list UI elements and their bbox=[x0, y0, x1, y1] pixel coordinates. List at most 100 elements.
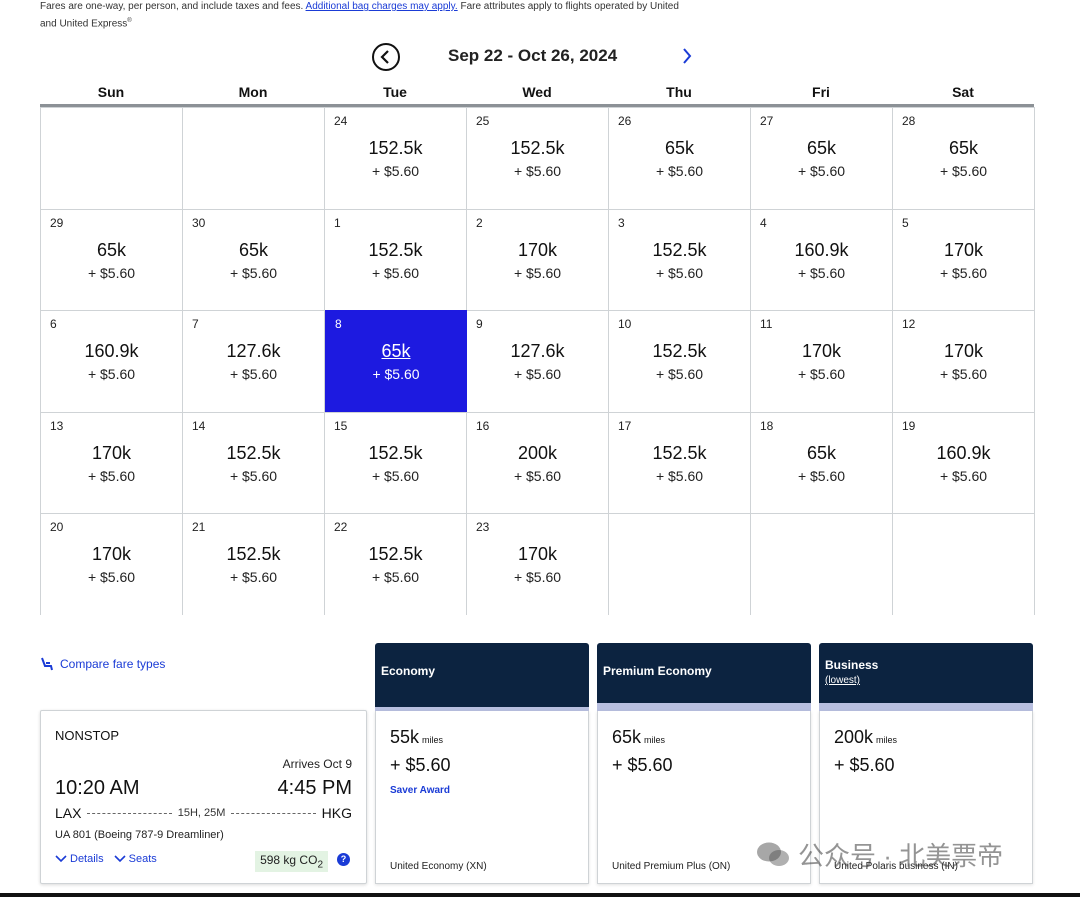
fare-fee: + $5.60 bbox=[390, 755, 451, 775]
calendar-day-cell[interactable]: 15 152.5k + $5.60 bbox=[325, 411, 467, 514]
fare-body: 55k miles + $5.60 Saver Award United Econ… bbox=[375, 711, 589, 884]
day-number: 9 bbox=[476, 317, 483, 332]
compare-fare-types-link[interactable]: Compare fare types bbox=[40, 657, 165, 671]
calendar-day-cell[interactable]: 29 65k + $5.60 bbox=[41, 208, 183, 311]
day-number: 27 bbox=[760, 114, 774, 128]
miles-value: 65k bbox=[612, 727, 642, 747]
co2-value: 598 kg CO bbox=[260, 853, 318, 867]
route-dash-left bbox=[87, 812, 172, 814]
tax-fee: + $5.60 bbox=[87, 569, 136, 586]
fare-subtitle[interactable]: (lowest) bbox=[825, 675, 860, 686]
calendar-day-cell[interactable]: 9 127.6k + $5.60 bbox=[467, 310, 609, 412]
departure-time: 10:20 AM bbox=[55, 777, 140, 799]
calendar-day-cell[interactable]: 14 152.5k + $5.60 bbox=[183, 411, 325, 514]
fare-notice: Fares are one-way, per person, and inclu… bbox=[40, 0, 680, 31]
seat-icon bbox=[41, 657, 53, 671]
tax-fee: + $5.60 bbox=[655, 467, 704, 484]
calendar-day-cell[interactable]: 26 65k + $5.60 bbox=[609, 107, 751, 209]
details-label: Details bbox=[70, 853, 104, 865]
miles-price: 170k bbox=[801, 341, 842, 362]
miles-unit: miles bbox=[876, 735, 898, 745]
tax-fee: + $5.60 bbox=[229, 467, 278, 484]
flight-card[interactable]: NONSTOP Arrives Oct 9 10:20 AM 4:45 PM L… bbox=[40, 710, 367, 884]
fare-title: Premium Economy bbox=[603, 664, 712, 678]
calendar-day-cell[interactable]: 3 152.5k + $5.60 bbox=[609, 208, 751, 311]
calendar-day-cell[interactable]: 21 152.5k + $5.60 bbox=[183, 513, 325, 615]
fare-bar bbox=[819, 703, 1033, 711]
fare-miles: 65k miles bbox=[612, 727, 665, 748]
fare-economy[interactable]: Economy 55k miles + $5.60 Saver Award Uni… bbox=[375, 643, 589, 884]
calendar-day-cell[interactable]: 30 65k + $5.60 bbox=[183, 208, 325, 311]
chevron-right-icon bbox=[683, 48, 692, 64]
calendar-day-cell[interactable]: 11 170k + $5.60 bbox=[751, 310, 893, 412]
calendar-day-cell[interactable]: 17 152.5k + $5.60 bbox=[609, 411, 751, 514]
saver-award-label: Saver Award bbox=[390, 785, 451, 796]
calendar-day-cell[interactable]: 16 200k + $5.60 bbox=[467, 411, 609, 514]
miles-value: 55k bbox=[390, 727, 420, 747]
dow-wed: Wed bbox=[522, 84, 552, 100]
calendar-day-cell[interactable]: 24 152.5k + $5.60 bbox=[325, 107, 467, 209]
calendar-day-cell[interactable]: 28 65k + $5.60 bbox=[893, 107, 1035, 209]
fare-miles: 200k miles bbox=[834, 727, 897, 748]
chevron-down-icon bbox=[114, 855, 126, 863]
day-number: 13 bbox=[50, 418, 64, 433]
miles-price: 65k bbox=[948, 138, 979, 158]
watermark: 公众号 · 北美票帝 bbox=[756, 836, 1003, 873]
calendar-day-cell[interactable]: 4 160.9k + $5.60 bbox=[751, 208, 893, 311]
seats-link[interactable]: Seats bbox=[114, 853, 157, 865]
fare-title: Business bbox=[825, 658, 879, 672]
tax-fee: + $5.60 bbox=[797, 366, 846, 383]
miles-value: 200k bbox=[834, 727, 874, 747]
miles-price: 152.5k bbox=[226, 442, 281, 463]
tax-fee: + $5.60 bbox=[513, 264, 562, 281]
calendar-day-cell[interactable]: 20 170k + $5.60 bbox=[41, 513, 183, 615]
miles-price: 170k bbox=[91, 442, 132, 463]
info-icon[interactable]: ? bbox=[337, 853, 350, 866]
details-link[interactable]: Details bbox=[55, 853, 104, 865]
destination-code: HKG bbox=[321, 805, 353, 821]
calendar-day-cell[interactable]: 23 170k + $5.60 bbox=[467, 513, 609, 615]
miles-price: 152.5k bbox=[226, 544, 281, 565]
calendar-day-cell[interactable]: 27 65k + $5.60 bbox=[751, 107, 893, 209]
day-number: 29 bbox=[50, 215, 64, 230]
calendar-day-cell[interactable]: 5 170k + $5.60 bbox=[893, 208, 1035, 311]
day-number: 17 bbox=[618, 418, 632, 433]
calendar-day-cell[interactable]: 13 170k + $5.60 bbox=[41, 411, 183, 514]
tax-fee: + $5.60 bbox=[87, 366, 136, 383]
tax-fee: + $5.60 bbox=[797, 163, 846, 179]
day-number: 18 bbox=[760, 418, 774, 433]
calendar-day-cell[interactable]: 8 65k + $5.60 bbox=[325, 310, 467, 412]
calendar-day-cell[interactable]: 1 152.5k + $5.60 bbox=[325, 208, 467, 311]
tax-fee: + $5.60 bbox=[229, 366, 278, 383]
calendar-day-cell[interactable]: 2 170k + $5.60 bbox=[467, 208, 609, 311]
calendar-day-cell[interactable]: 7 127.6k + $5.60 bbox=[183, 310, 325, 412]
fare-class: United Economy (XN) bbox=[390, 861, 487, 872]
flight-number: UA 801 (Boeing 787-9 Dreamliner) bbox=[55, 829, 224, 841]
calendar-day-cell[interactable]: 10 152.5k + $5.60 bbox=[609, 310, 751, 412]
fare-fee: + $5.60 bbox=[612, 755, 673, 775]
day-number: 19 bbox=[902, 418, 916, 433]
wechat-icon bbox=[757, 842, 789, 866]
calendar-day-cell[interactable]: 19 160.9k + $5.60 bbox=[893, 411, 1035, 514]
miles-price: 170k bbox=[91, 544, 132, 565]
tax-fee: + $5.60 bbox=[229, 264, 278, 281]
previous-range-button[interactable] bbox=[372, 43, 400, 71]
miles-price: 170k bbox=[943, 341, 984, 362]
calendar-day-cell[interactable]: 22 152.5k + $5.60 bbox=[325, 513, 467, 615]
calendar-day-cell[interactable]: 25 152.5k + $5.60 bbox=[467, 107, 609, 209]
bag-charges-link[interactable]: Additional bag charges may apply. bbox=[306, 1, 458, 12]
month-navigation: Sep 22 - Oct 26, 2024 bbox=[40, 40, 1034, 72]
fare-calendar: 24 152.5k + $5.60 25 152.5k + $5.60 26 65k + $5.… bbox=[40, 107, 1035, 615]
miles-price: 65k bbox=[664, 138, 695, 158]
day-number: 14 bbox=[192, 418, 206, 433]
dow-mon: Mon bbox=[238, 84, 268, 100]
tax-fee: + $5.60 bbox=[939, 467, 988, 484]
calendar-day-cell[interactable]: 12 170k + $5.60 bbox=[893, 310, 1035, 412]
calendar-empty-cell bbox=[183, 107, 325, 209]
next-range-button[interactable] bbox=[676, 45, 698, 67]
day-number: 1 bbox=[334, 215, 341, 230]
tax-fee: + $5.60 bbox=[371, 163, 420, 179]
fare-fee: + $5.60 bbox=[834, 755, 895, 775]
calendar-day-cell[interactable]: 6 160.9k + $5.60 bbox=[41, 310, 183, 412]
calendar-day-cell[interactable]: 18 65k + $5.60 bbox=[751, 411, 893, 514]
